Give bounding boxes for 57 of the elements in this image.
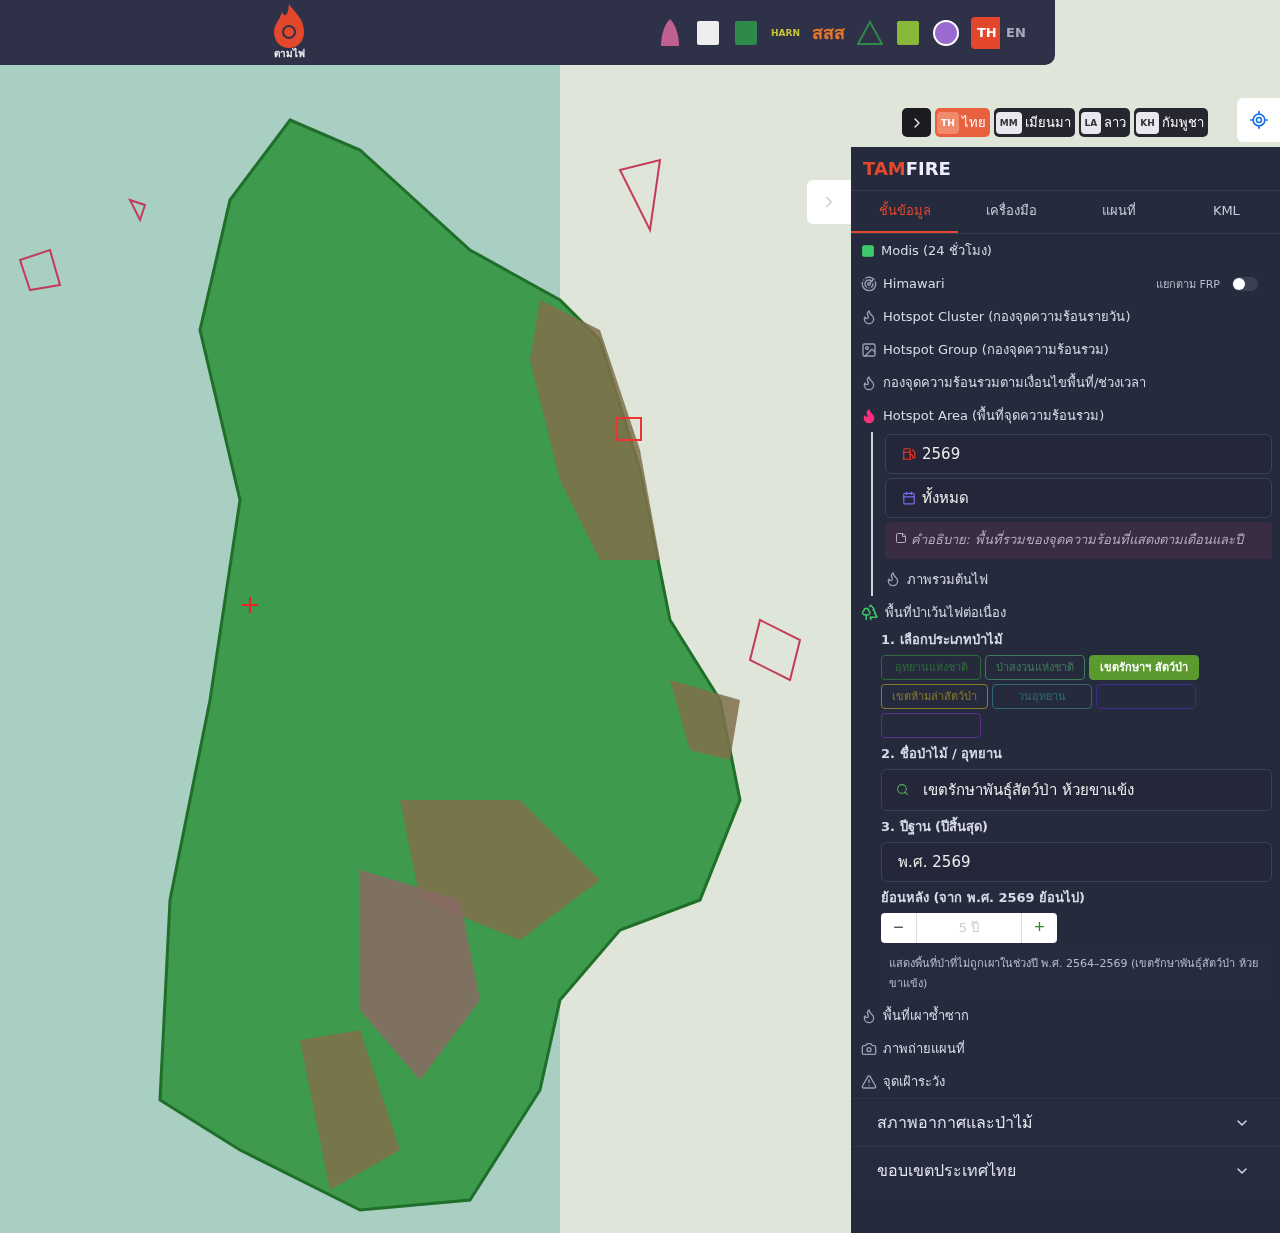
language-button[interactable]: TH [971, 16, 1000, 49]
layer-label[interactable]: Hotspot Cluster (กองจุดความร้อนรายวัน) [883, 306, 1131, 327]
frp-toggle[interactable] [1232, 276, 1258, 291]
sidebar-tab[interactable]: KML [1172, 191, 1280, 233]
minus-button[interactable]: − [881, 912, 916, 943]
layer-label[interactable]: Modis (24 ชั่วโมง) [881, 240, 992, 261]
layer-label[interactable]: พื้นที่ป่าเว้นไฟต่อเนื่อง [885, 601, 1006, 623]
calendar-icon [902, 491, 916, 505]
map-language-button[interactable]: KH กัมพูชา [1134, 108, 1208, 137]
plus-button[interactable]: + [1022, 912, 1057, 943]
locate-icon [1249, 110, 1269, 130]
partner-logo[interactable]: สสส [812, 18, 845, 47]
sidebar-tab[interactable]: เครื่องมือ [958, 191, 1066, 233]
sidebar-tab[interactable]: ชั้นข้อมูล [851, 191, 959, 233]
layer-icon [861, 374, 877, 391]
canister-icon [902, 447, 916, 461]
layer-icon [861, 1073, 877, 1090]
trees-icon [861, 603, 879, 622]
layer-icon [861, 308, 877, 325]
layer-icon [861, 407, 877, 424]
layer-label[interactable]: Himawari [883, 276, 945, 291]
layer-label[interactable]: ภาพรวมต้นไฟ [907, 568, 988, 590]
layer-label[interactable]: จุดเฝ้าระวัง [883, 1071, 945, 1093]
logo-caption: ตามไฟ [273, 46, 305, 61]
map-language-button[interactable]: LA ลาว [1078, 108, 1131, 137]
step-label: ย้อนหลัง (จาก พ.ศ. 2569 ย้อนไป) [881, 888, 1087, 907]
layer-icon [861, 243, 875, 258]
step-label: 2. ชื่อป่าไม้ / อุทยาน [881, 743, 1004, 764]
note-icon [895, 532, 907, 544]
layer-icon [861, 275, 877, 292]
expand-button[interactable] [902, 108, 931, 137]
period-select[interactable]: ทั้งหมด [885, 478, 1272, 518]
flame-icon [885, 571, 901, 588]
layer-icon [861, 1007, 877, 1024]
layer-label[interactable]: Hotspot Area (พื้นที่จุดความร้อนรวม) [883, 405, 1105, 426]
step-label: 1. เลือกประเภทป่าไม้ [881, 630, 1004, 649]
map-language-button[interactable]: MM เมียนมา [993, 108, 1075, 137]
search-icon [896, 783, 909, 797]
layer-icon [861, 1040, 877, 1057]
partner-logo[interactable]: HARN [771, 27, 800, 38]
locate-button[interactable] [1237, 98, 1280, 142]
layer-label[interactable]: พื้นที่เผาซ้ำซาก [883, 1005, 969, 1027]
sidebar-tab[interactable]: แผนที่ [1065, 191, 1173, 233]
layer-label[interactable]: Hotspot Group (กองจุดความร้อนรวม) [883, 339, 1109, 360]
search-input[interactable]: เขตรักษาพันธุ์สัตว์ป่า ห้วยขาแข้ง [921, 779, 1257, 800]
layer-label[interactable]: กองจุดความร้อนรวมตามเงื่อนไขพื้นที่/ช่วงเวลา [883, 372, 1147, 393]
description-note: คำอธิบาย: พื้นที่รวมของจุดความร้อนที่แสดงตามเดือนและปี [885, 522, 1272, 559]
partner-logo-icon[interactable] [933, 17, 959, 48]
layer-icon [861, 341, 877, 358]
year-select[interactable]: 2569 [885, 434, 1272, 474]
toggle-label: แยกตาม FRP [1155, 276, 1220, 293]
brand-title: TAM [863, 158, 906, 179]
base-year-select[interactable]: พ.ศ. 2569 [881, 841, 1272, 882]
brand-title: FIRE [905, 158, 951, 179]
layer-label[interactable]: ภาพถ่ายแผนที่ [883, 1038, 965, 1060]
search-field[interactable]: เขตรักษาพันธุ์สัตว์ป่า ห้วยขาแข้ง [881, 768, 1272, 811]
step-label: 3. ปีฐาน (ปีสิ้นสุด) [881, 815, 989, 837]
